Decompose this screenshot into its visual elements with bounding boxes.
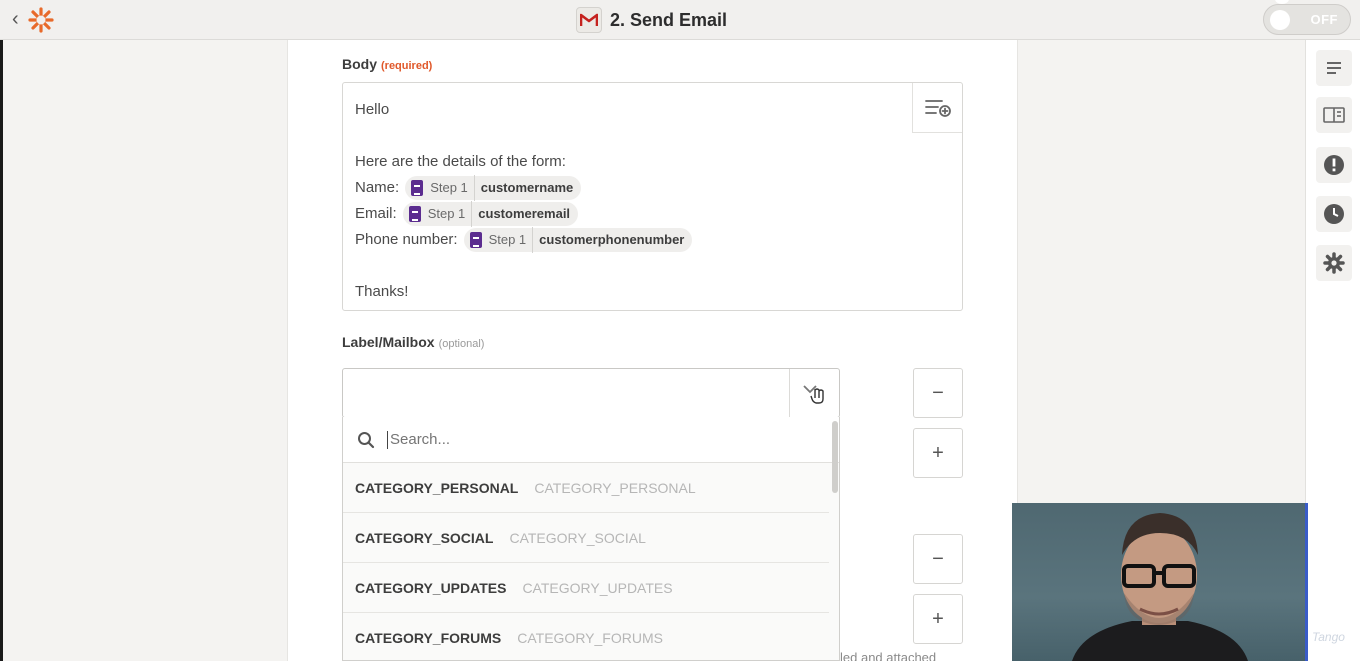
history-icon[interactable]: [1316, 196, 1352, 232]
insert-data-button[interactable]: [912, 83, 962, 133]
option-value: CATEGORY_SOCIAL: [509, 529, 646, 546]
body-greeting: Hello: [355, 101, 390, 118]
search-icon: [358, 431, 375, 448]
row-label: Email:: [355, 205, 397, 222]
settings-icon[interactable]: [1316, 245, 1352, 281]
remove-row-button[interactable]: −: [913, 534, 963, 584]
webcam-overlay: [1012, 503, 1308, 661]
right-sidebar: [1305, 40, 1360, 661]
chevron-left-icon[interactable]: ‹: [12, 8, 19, 31]
dropdown-option[interactable]: CATEGORY_FORUMS CATEGORY_FORUMS: [343, 613, 829, 660]
pill-variable: customerphonenumber: [539, 232, 685, 247]
toggle-label: OFF: [1310, 12, 1338, 27]
watermark-logo: Tango: [1312, 630, 1345, 644]
body-row-phone: Phone number: Step 1 customerphonenumber: [355, 227, 693, 253]
dropdown-option[interactable]: CATEGORY_SOCIAL CATEGORY_SOCIAL: [343, 513, 829, 563]
field-pill[interactable]: Step 1 customername: [405, 175, 582, 201]
body-field-label: Body (required): [342, 56, 432, 72]
google-forms-icon: [469, 232, 482, 248]
row-label: Name:: [355, 179, 400, 196]
field-pill[interactable]: Step 1 customeremail: [402, 201, 579, 227]
option-value: CATEGORY_PERSONAL: [534, 479, 696, 496]
details-icon[interactable]: [1316, 50, 1352, 86]
option-label: CATEGORY_PERSONAL: [355, 479, 519, 496]
body-textarea[interactable]: Hello Here are the details of the form: …: [342, 82, 963, 311]
zapier-logo-icon[interactable]: [28, 7, 54, 33]
body-intro: Here are the details of the form:: [355, 153, 566, 170]
dropdown-scrollbar[interactable]: [832, 421, 838, 493]
label-mailbox-field-label: Label/Mailbox (optional): [342, 334, 484, 350]
remove-row-button[interactable]: −: [913, 368, 963, 418]
help-book-icon[interactable]: [1316, 97, 1352, 133]
step-title: 2. Send Email: [610, 9, 728, 30]
alert-icon[interactable]: [1316, 147, 1352, 183]
optional-tag: (optional): [438, 338, 485, 350]
dropdown-search-input[interactable]: [387, 430, 787, 449]
label-mailbox-select[interactable]: [342, 368, 840, 418]
dropdown-option[interactable]: CATEGORY_PERSONAL CATEGORY_PERSONAL: [343, 463, 829, 513]
dropdown-toggle-button[interactable]: [789, 369, 839, 417]
field-pill[interactable]: Step 1 customerphonenumber: [463, 227, 693, 253]
pill-variable: customername: [480, 180, 574, 195]
body-content: Hello Here are the details of the form: …: [355, 97, 693, 305]
zap-on-off-toggle[interactable]: OFF: [1263, 4, 1351, 35]
field-hint: led and attached: [840, 650, 937, 661]
dropdown-search-row: [343, 417, 839, 463]
top-bar: ‹ 2. Send Email OFF: [0, 0, 1360, 40]
gmail-icon: [576, 7, 602, 33]
chevron-down-icon: [802, 385, 824, 404]
step-title-group: 2. Send Email: [576, 6, 727, 34]
insert-data-icon: [924, 99, 951, 117]
presenter-video: [1072, 513, 1248, 661]
toggle-knob: [1270, 10, 1290, 30]
add-row-button[interactable]: +: [913, 428, 963, 478]
pill-variable: customeremail: [478, 206, 571, 221]
body-label-text: Body: [342, 56, 377, 72]
option-label: CATEGORY_FORUMS: [355, 629, 502, 646]
label-dropdown-menu: CATEGORY_PERSONAL CATEGORY_PERSONAL CATE…: [342, 417, 840, 661]
add-row-button[interactable]: +: [913, 594, 963, 644]
google-forms-icon: [411, 180, 424, 196]
body-blank-line: [355, 123, 692, 149]
option-value: CATEGORY_UPDATES: [522, 579, 673, 596]
pill-step: Step 1: [428, 201, 473, 227]
body-row-name: Name: Step 1 customername: [355, 175, 692, 201]
dropdown-option[interactable]: CATEGORY_UPDATES CATEGORY_UPDATES: [343, 563, 829, 613]
option-label: CATEGORY_UPDATES: [355, 579, 507, 596]
google-forms-icon: [408, 206, 421, 222]
left-edge: [0, 40, 3, 661]
body-row-email: Email: Step 1 customeremail: [355, 201, 692, 227]
body-closing: Thanks!: [355, 283, 409, 300]
required-tag: (required): [381, 60, 433, 72]
pill-step: Step 1: [489, 227, 534, 253]
label-mailbox-text: Label/Mailbox: [342, 334, 435, 350]
body-blank-line: [355, 253, 692, 279]
row-label: Phone number:: [355, 231, 458, 248]
pill-step: Step 1: [430, 175, 475, 201]
option-label: CATEGORY_SOCIAL: [355, 529, 494, 546]
option-value: CATEGORY_FORUMS: [517, 629, 663, 646]
